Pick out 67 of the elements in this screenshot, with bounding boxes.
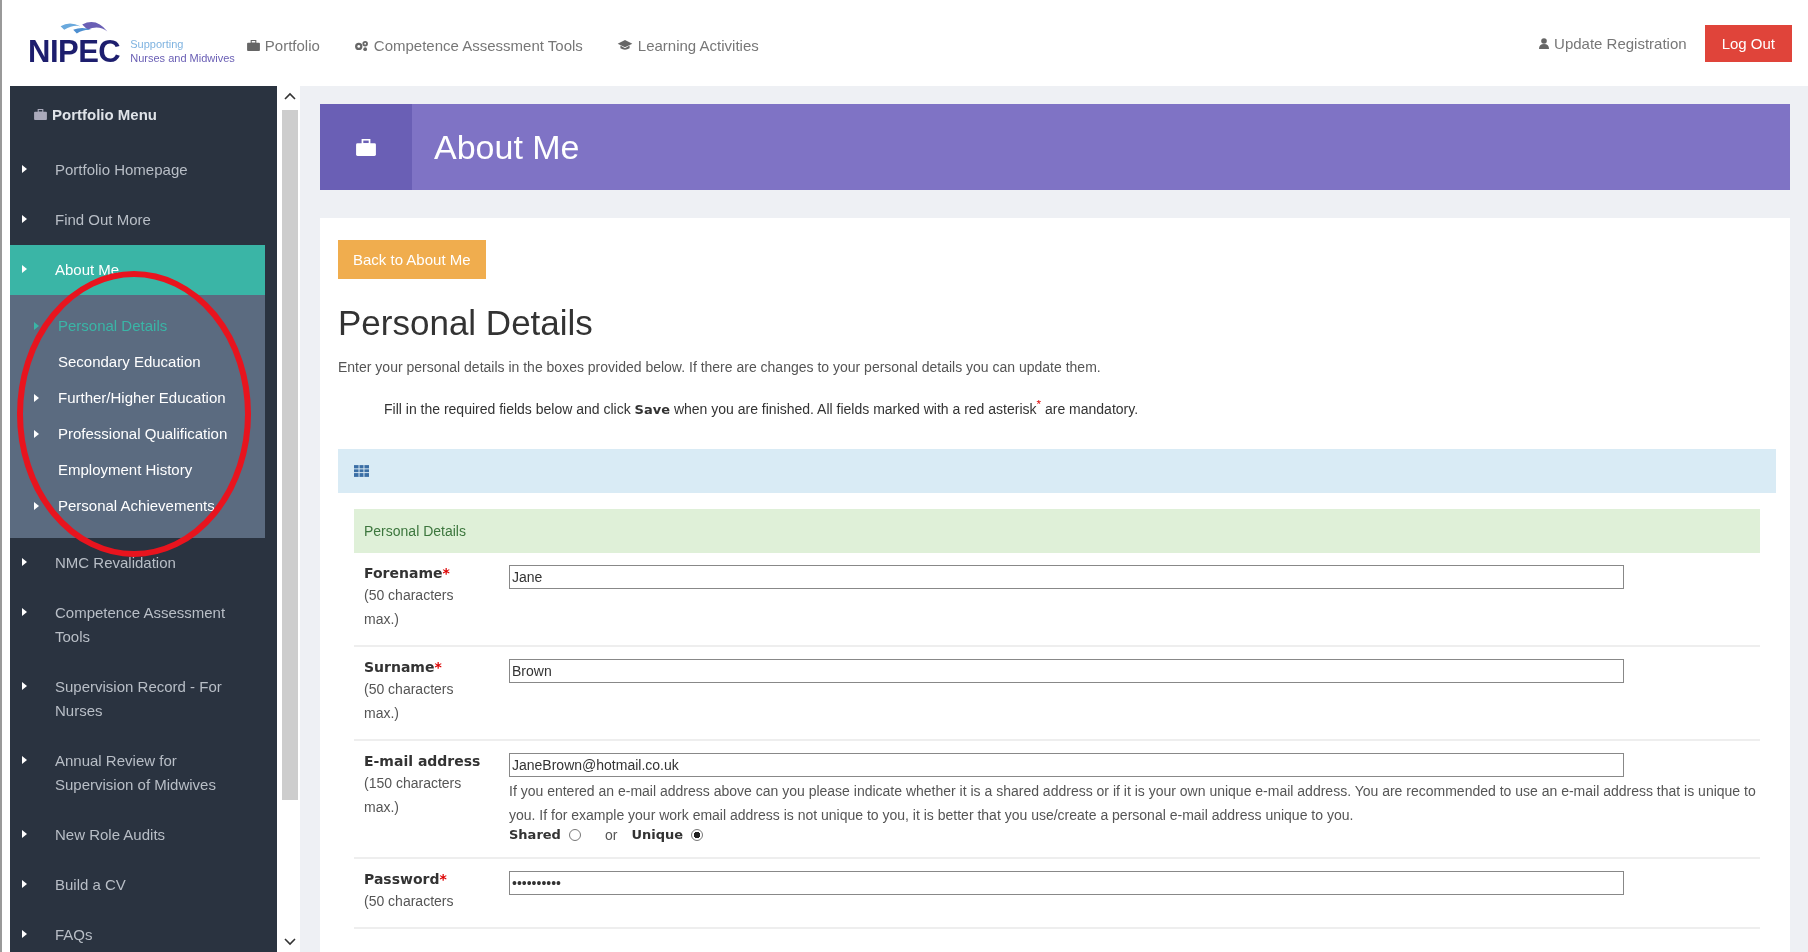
- radio-label: Unique: [631, 827, 684, 843]
- nav-link[interactable]: Competence Assessment Tools: [353, 36, 583, 54]
- caret-icon: [34, 502, 39, 510]
- page-title: About Me: [433, 126, 580, 168]
- briefcase-icon: [246, 39, 260, 51]
- field-label: E-mail address: [364, 752, 482, 769]
- sidebar-item[interactable]: Portfolio Homepage: [10, 145, 277, 195]
- submenu-item[interactable]: Employment History: [10, 452, 265, 488]
- caret-icon: [22, 830, 27, 838]
- caret-icon: [22, 608, 27, 616]
- input-field[interactable]: ••••••••••: [509, 870, 1624, 895]
- field-label: Password*: [364, 870, 448, 887]
- sidebar-item[interactable]: Find Out More: [10, 195, 277, 245]
- sidebar-title: Portfolio Menu: [10, 94, 277, 145]
- page-heading: Personal Details: [338, 303, 594, 343]
- submenu-item[interactable]: Secondary Education: [10, 344, 265, 380]
- field-hint: (150 characters max.): [364, 773, 463, 817]
- field-label: Forename*: [364, 564, 451, 581]
- sidebar-item[interactable]: FAQs: [10, 910, 277, 952]
- field-label: Surname*: [364, 658, 443, 675]
- sidebar-item[interactable]: Build a CV: [10, 860, 277, 910]
- table-icon: [354, 464, 369, 477]
- caret-icon: [22, 165, 27, 173]
- field-hint: (50 characters max.): [364, 679, 455, 723]
- briefcase-icon: [34, 109, 47, 120]
- caret-icon: [22, 558, 27, 566]
- caret-icon: [22, 930, 27, 938]
- user-icon: [1539, 37, 1550, 49]
- intro-text: Enter your personal details in the boxes provided below. If there are changes to your personal details you can update them.: [338, 359, 1102, 375]
- logo-text: NIPEC: [28, 37, 121, 67]
- submenu-item[interactable]: Personal Achievements: [10, 488, 265, 524]
- radio-label: Shared: [509, 827, 561, 843]
- sidebar-item[interactable]: Annual Review for Supervision of Midwives: [10, 736, 277, 810]
- field-hint: (50 characters max.): [364, 585, 455, 629]
- submenu-item[interactable]: Professional Qualification: [10, 416, 265, 452]
- option-separator: or: [604, 826, 618, 843]
- graduation-cap-icon: [616, 39, 633, 51]
- caret-icon: [22, 880, 27, 888]
- caret-icon: [22, 265, 27, 273]
- submenu-item[interactable]: Further/Higher Education: [10, 380, 265, 416]
- field-hint: (50 characters: [364, 891, 455, 911]
- caret-icon: [22, 756, 27, 764]
- caret-icon: [22, 215, 27, 223]
- caret-icon: [22, 682, 27, 690]
- section-header: Personal Details: [354, 508, 1760, 553]
- input-field[interactable]: JaneBrown@hotmail.co.uk: [509, 752, 1624, 777]
- caret-icon: [34, 430, 39, 438]
- radio-button[interactable]: [691, 828, 704, 841]
- nav-link[interactable]: Learning Activities: [616, 36, 759, 54]
- nav-link[interactable]: Portfolio: [246, 36, 320, 54]
- input-field[interactable]: Jane: [509, 564, 1624, 589]
- caret-icon: [34, 394, 39, 402]
- caret-icon: [34, 322, 39, 330]
- briefcase-icon: [320, 104, 412, 190]
- logout-button[interactable]: Log Out: [1704, 24, 1792, 62]
- sidebar-item[interactable]: Supervision Record - For Nurses: [10, 662, 277, 736]
- field-note: If you entered an e-mail address above can you please indicate whether it is a shared address or if it is your own unique e-mail address. You are recommended to use an e-mail address that is unique to you. If for example your work email address is not unique to you, it is better that you use/create a personal e-mail address unique to you.: [509, 781, 1757, 825]
- sidebar-item[interactable]: Competence Assessment Tools: [10, 588, 277, 662]
- sidebar-item[interactable]: New Role Audits: [10, 810, 277, 860]
- logo-tagline: Supporting: [130, 37, 185, 51]
- gears-icon: [353, 39, 369, 51]
- scrollbar-thumb[interactable]: [282, 110, 298, 800]
- logo-tagline: Nurses and Midwives: [130, 51, 235, 65]
- instructions-text: Fill in the required fields below and click Save when you are finished. All fields marked with a red asterisk$^{*}$ are mandatory.: [384, 397, 1140, 417]
- update-registration-link[interactable]: Update Registration: [1539, 34, 1687, 52]
- input-field[interactable]: Brown: [509, 658, 1624, 683]
- sidebar-item[interactable]: NMC Revalidation: [10, 538, 277, 588]
